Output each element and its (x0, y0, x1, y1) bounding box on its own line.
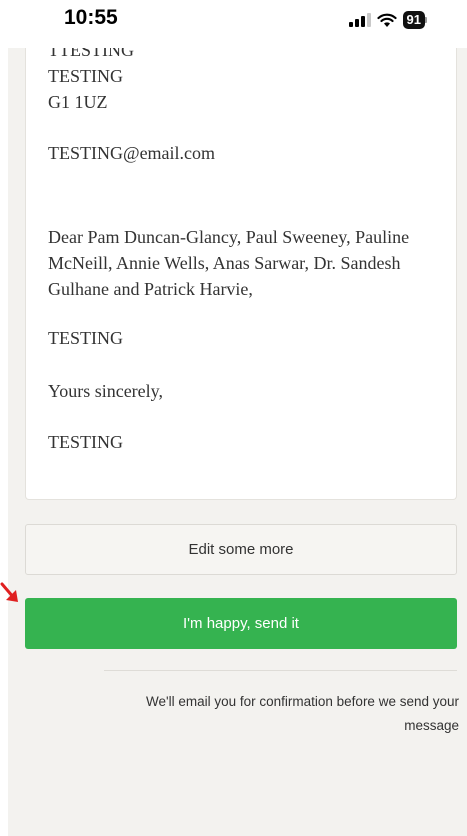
pointer-arrow-icon (0, 582, 18, 602)
letter-email: TESTING@email.com (48, 143, 216, 163)
letter-signature: TESTING (48, 432, 123, 452)
letter-address-line: TESTING (48, 66, 123, 86)
edit-some-more-button[interactable]: Edit some more (25, 524, 457, 575)
status-time: 10:55 (64, 6, 118, 29)
wifi-icon (376, 13, 397, 27)
battery-icon: 91 (402, 11, 427, 29)
letter-preview: TTESTING TESTING G1 1UZ TESTING@email.co… (25, 48, 457, 500)
letter-address-line-partial: TTESTING (48, 48, 134, 60)
letter-closing: Yours sincerely, (48, 381, 163, 401)
letter-postcode: G1 1UZ (48, 92, 108, 112)
battery-tip (425, 17, 427, 23)
divider (104, 670, 457, 671)
status-bar: 10:55 91 (0, 0, 467, 48)
letter-body: TESTING (48, 328, 123, 348)
signal-icon (348, 13, 371, 27)
letter-salutation: Dear Pam Duncan-Glancy, Paul Sweeney, Pa… (48, 227, 410, 299)
send-button[interactable]: I'm happy, send it (25, 598, 457, 649)
status-icons: 91 (348, 10, 427, 30)
battery-level: 91 (402, 11, 425, 29)
confirmation-note: We'll email you for confirmation before … (146, 694, 459, 733)
